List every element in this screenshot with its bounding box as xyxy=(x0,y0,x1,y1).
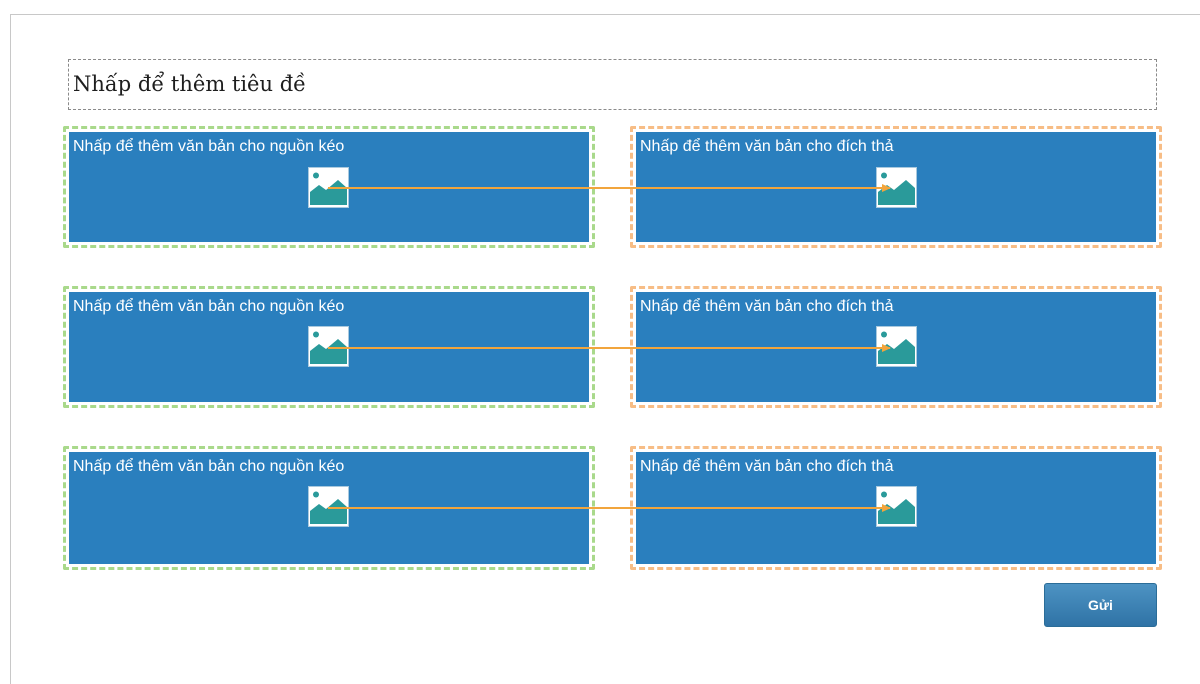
image-placeholder-icon[interactable] xyxy=(876,326,917,367)
drop-target-panel[interactable]: Nhấp để thêm văn bản cho đích thả xyxy=(636,132,1156,242)
image-placeholder-icon[interactable] xyxy=(308,486,349,527)
drop-target-text[interactable]: Nhấp để thêm văn bản cho đích thả xyxy=(640,458,894,476)
drag-source-panel[interactable]: Nhấp để thêm văn bản cho nguồn kéo xyxy=(69,292,589,402)
image-placeholder-icon[interactable] xyxy=(308,326,349,367)
drag-source-text[interactable]: Nhấp để thêm văn bản cho nguồn kéo xyxy=(73,138,344,156)
image-placeholder-icon[interactable] xyxy=(308,167,349,208)
submit-button[interactable]: Gửi xyxy=(1044,583,1157,627)
drag-source-panel[interactable]: Nhấp để thêm văn bản cho nguồn kéo xyxy=(69,132,589,242)
drag-source-text[interactable]: Nhấp để thêm văn bản cho nguồn kéo xyxy=(73,298,344,316)
image-placeholder-icon[interactable] xyxy=(876,486,917,527)
drop-target-panel[interactable]: Nhấp để thêm văn bản cho đích thả xyxy=(636,452,1156,564)
drop-target-text[interactable]: Nhấp để thêm văn bản cho đích thả xyxy=(640,298,894,316)
drag-source-panel[interactable]: Nhấp để thêm văn bản cho nguồn kéo xyxy=(69,452,589,564)
drop-target-panel[interactable]: Nhấp để thêm văn bản cho đích thả xyxy=(636,292,1156,402)
drag-source-text[interactable]: Nhấp để thêm văn bản cho nguồn kéo xyxy=(73,458,344,476)
image-placeholder-icon[interactable] xyxy=(876,167,917,208)
drop-target-text[interactable]: Nhấp để thêm văn bản cho đích thả xyxy=(640,138,894,156)
title-placeholder[interactable]: Nhấp để thêm tiêu đề xyxy=(68,59,1157,110)
